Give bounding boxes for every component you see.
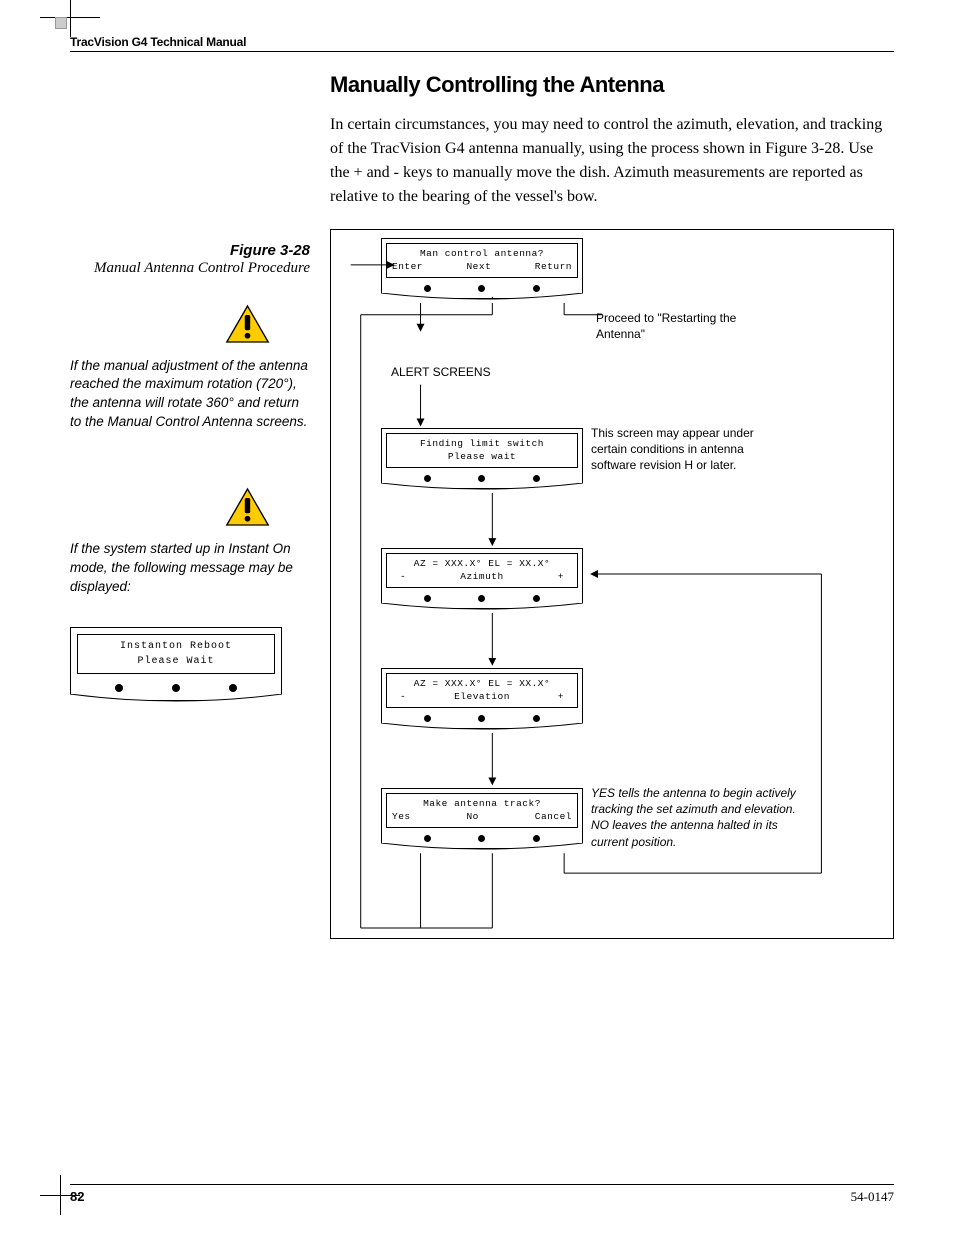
flow-screen-3: AZ = XXX.X° EL = XX.X° - Azimuth + bbox=[381, 548, 583, 609]
body-paragraph: In certain circumstances, you may need t… bbox=[330, 113, 894, 209]
page-number: 82 bbox=[70, 1189, 84, 1205]
flow-note-3: YES tells the antenna to begin actively … bbox=[591, 785, 801, 850]
screen-option: - bbox=[400, 570, 406, 583]
flow-screen-4: AZ = XXX.X° EL = XX.X° - Elevation + bbox=[381, 668, 583, 729]
screen-line: Make antenna track? bbox=[392, 797, 572, 810]
screen-option: Cancel bbox=[535, 810, 572, 823]
screen-line: Please wait bbox=[392, 450, 572, 463]
warning-text-2: If the system started up in Instant On m… bbox=[70, 540, 310, 597]
section-title: Manually Controlling the Antenna bbox=[330, 72, 894, 98]
screen-option: + bbox=[558, 690, 564, 703]
screen-option: + bbox=[558, 570, 564, 583]
running-header: TracVision G4 Technical Manual bbox=[70, 35, 894, 52]
warning-icon bbox=[70, 304, 310, 349]
screen-option: Next bbox=[466, 260, 491, 273]
crop-mark-top bbox=[40, 0, 100, 37]
screen-option: Return bbox=[535, 260, 572, 273]
display-line: Please Wait bbox=[84, 654, 268, 669]
warning-text-1: If the manual adjustment of the antenna … bbox=[70, 357, 310, 433]
flow-note-1: Proceed to "Restarting the Antenna" bbox=[596, 310, 776, 342]
screen-line: Finding limit switch bbox=[392, 437, 572, 450]
screen-line: AZ = XXX.X° EL = XX.X° bbox=[392, 557, 572, 570]
screen-option: Azimuth bbox=[460, 570, 503, 583]
flow-screen-1: Man control antenna? Enter Next Return bbox=[381, 238, 583, 299]
flow-note-2: This screen may appear under certain con… bbox=[591, 425, 791, 474]
screen-option: Elevation bbox=[454, 690, 510, 703]
flowchart-container: Man control antenna? Enter Next Return A… bbox=[330, 229, 894, 939]
display-line: Instanton Reboot bbox=[84, 639, 268, 654]
instanton-display: Instanton Reboot Please Wait bbox=[70, 627, 282, 701]
figure-label: Figure 3-28 bbox=[70, 242, 310, 259]
page-footer: 82 54-0147 bbox=[70, 1184, 894, 1205]
screen-option: No bbox=[466, 810, 478, 823]
screen-option: Enter bbox=[392, 260, 423, 273]
warning-icon bbox=[70, 487, 310, 532]
screen-option: - bbox=[400, 690, 406, 703]
flow-screen-2: Finding limit switch Please wait bbox=[381, 428, 583, 489]
screen-option: Yes bbox=[392, 810, 411, 823]
flow-screen-5: Make antenna track? Yes No Cancel bbox=[381, 788, 583, 849]
figure-caption: Manual Antenna Control Procedure bbox=[70, 259, 310, 279]
document-number: 54-0147 bbox=[851, 1189, 894, 1205]
alert-screens-label: ALERT SCREENS bbox=[391, 365, 491, 379]
screen-line: AZ = XXX.X° EL = XX.X° bbox=[392, 677, 572, 690]
screen-line: Man control antenna? bbox=[392, 247, 572, 260]
